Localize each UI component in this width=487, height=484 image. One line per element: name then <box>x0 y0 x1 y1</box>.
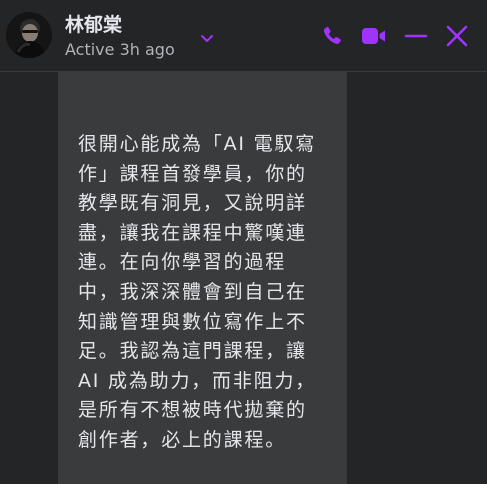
message-line: 教學既有洞見，又說明詳 <box>78 192 307 215</box>
chat-header: 林郁棠 Active 3h ago <box>0 0 487 72</box>
message-line: 知識管理與數位寫作上不 <box>78 310 307 333</box>
close-button[interactable] <box>443 22 471 50</box>
message-line: 足。我認為這門課程，讓 <box>78 340 307 363</box>
message-line: AI 成為助力，而非阻力， <box>78 369 317 392</box>
minimize-icon <box>404 34 428 38</box>
close-icon <box>446 25 468 47</box>
message-area[interactable]: 很開心能成為「AI 電馭寫 作」課程首發學員，你的 教學既有洞見，又說明詳 盡，… <box>0 72 487 484</box>
message-bubble[interactable]: 很開心能成為「AI 電馭寫 作」課程首發學員，你的 教學既有洞見，又說明詳 盡，… <box>58 72 347 484</box>
message-text: 很開心能成為「AI 電馭寫 作」課程首發學員，你的 教學既有洞見，又說明詳 盡，… <box>78 130 330 456</box>
active-status: Active 3h ago <box>65 40 175 59</box>
message-line: 很開心能成為「AI 電馭寫 <box>78 133 317 155</box>
avatar-photo <box>6 12 52 58</box>
phone-icon <box>323 26 341 44</box>
chevron-down-icon[interactable] <box>199 29 215 42</box>
message-line: 連。在向你學習的過程 <box>78 251 287 274</box>
message-line: 創作者，必上的課程。 <box>78 428 287 451</box>
video-camera-icon <box>362 28 385 44</box>
minimize-button[interactable] <box>402 22 430 50</box>
avatar[interactable] <box>6 12 52 58</box>
message-line: 是所有不想被時代拋棄的 <box>78 399 307 422</box>
contact-name[interactable]: 林郁棠 <box>65 13 122 37</box>
video-call-button[interactable] <box>360 22 388 50</box>
message-line: 中，我深深體會到自己在 <box>78 280 307 303</box>
audio-call-button[interactable] <box>318 22 346 50</box>
message-line: 作」課程首發學員，你的 <box>78 162 307 185</box>
message-line: 盡，讓我在課程中驚嘆連 <box>78 221 307 244</box>
